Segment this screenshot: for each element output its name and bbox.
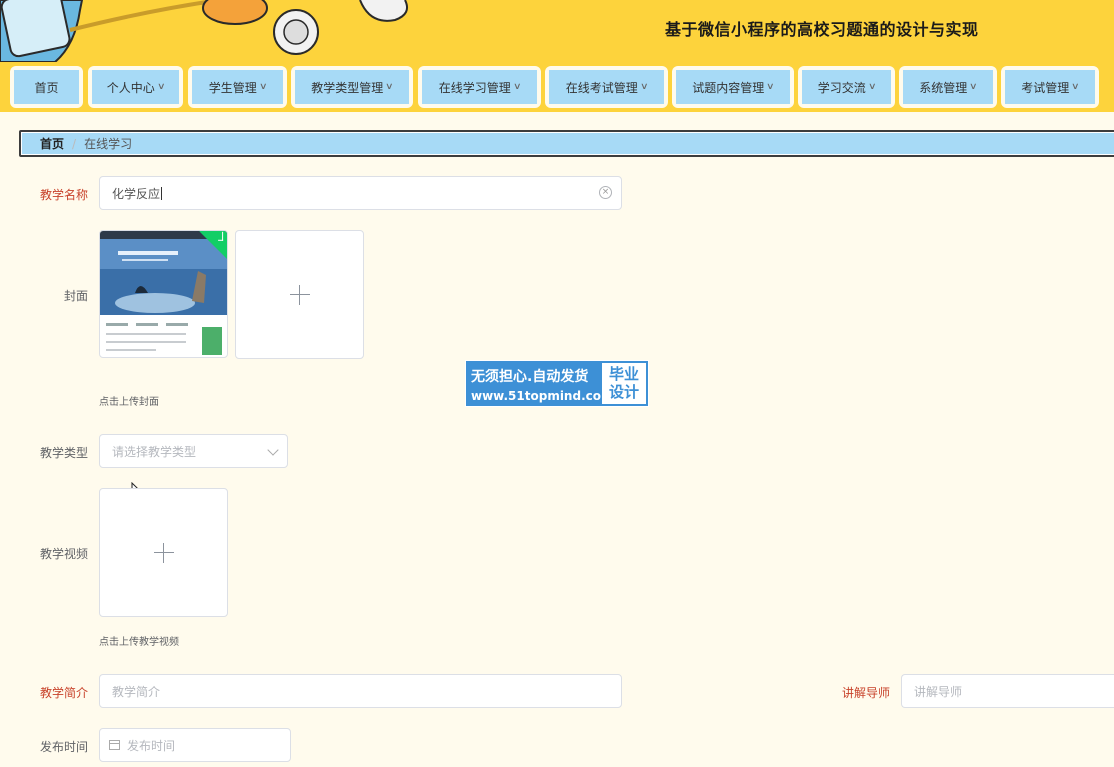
nav-label: 考试管理 <box>1021 80 1070 95</box>
nav-label: 首页 <box>34 80 59 95</box>
video-tip: 点击上传教学视频 <box>99 637 179 648</box>
type-select[interactable]: 请选择教学类型 <box>99 434 288 468</box>
nav-item-online-learning[interactable]: 在线学习管理 ∨ <box>418 66 541 108</box>
cover-image <box>100 231 227 355</box>
nav-item-exam[interactable]: 考试管理 ∨ <box>1001 66 1099 108</box>
cover-tip: 点击上传封面 <box>99 397 159 408</box>
cover-thumbnail[interactable] <box>99 230 228 358</box>
plus-icon <box>153 542 174 563</box>
plus-icon <box>289 284 310 305</box>
nav-label: 个人中心 <box>106 80 155 95</box>
chevron-down-icon: ∨ <box>512 82 522 92</box>
app-title: 基于微信小程序的高校习题通的设计与实现 <box>665 20 979 39</box>
nav-item-study-exchange[interactable]: 学习交流 ∨ <box>798 66 895 108</box>
nav-label: 试题内容管理 <box>692 80 765 95</box>
header-banner: 基于微信小程序的高校习题通的设计与实现 <box>0 0 1114 62</box>
chevron-down-icon: ∨ <box>969 82 978 92</box>
chevron-down-icon: ∨ <box>639 82 649 92</box>
breadcrumb-home[interactable]: 首页 <box>40 135 64 152</box>
nav-item-students[interactable]: 学生管理 ∨ <box>188 66 287 108</box>
nav-label: 学生管理 <box>208 80 257 95</box>
publish-date-picker[interactable]: 发布时间 <box>99 728 291 762</box>
chevron-down-icon: ∨ <box>258 82 268 92</box>
watermark-line1: 无须担心.自动发货 <box>471 369 589 385</box>
chevron-down-icon: ∨ <box>867 82 877 92</box>
chevron-down-icon: ∨ <box>156 82 166 92</box>
nav-label: 学习交流 <box>817 80 866 95</box>
watermark-badge: 无须担心.自动发货 www.51topmind.com 毕业 设计 <box>465 360 649 407</box>
intro-label: 教学简介 <box>39 686 88 700</box>
video-label: 教学视频 <box>39 547 88 561</box>
cover-upload-button[interactable] <box>235 230 364 359</box>
breadcrumb-separator: / <box>72 136 77 151</box>
nav-item-profile[interactable]: 个人中心 ∨ <box>88 66 183 108</box>
watermark-line2: www.51topmind.com <box>471 389 614 403</box>
video-upload-button[interactable] <box>99 488 228 617</box>
type-label: 教学类型 <box>39 446 88 460</box>
teacher-input[interactable]: 讲解导师 <box>901 674 1114 708</box>
watermark-badge2: 设计 <box>608 383 639 401</box>
nav-label: 系统管理 <box>919 80 968 95</box>
name-label: 教学名称 <box>39 188 88 202</box>
name-value: 化学反应 <box>112 186 161 201</box>
top-nav: 首页 个人中心 ∨ 学生管理 ∨ 教学类型管理 ∨ 在线学习管理 ∨ 在线考试管理 ∨ 试… <box>0 62 1114 112</box>
chevron-down-icon: ∨ <box>1071 82 1080 92</box>
intro-input[interactable]: 教学简介 <box>99 674 622 708</box>
breadcrumb-current: 在线学习 <box>84 137 133 151</box>
calendar-icon <box>109 740 120 750</box>
headphones-illustration <box>0 0 408 62</box>
clear-icon[interactable]: × <box>599 186 612 199</box>
name-input[interactable]: 化学反应 × <box>99 176 622 210</box>
nav-item-online-exam[interactable]: 在线考试管理 ∨ <box>545 66 668 108</box>
publish-label: 发布时间 <box>39 740 88 754</box>
type-placeholder: 请选择教学类型 <box>112 444 197 459</box>
teacher-label: 讲解导师 <box>841 686 890 700</box>
nav-item-home[interactable]: 首页 <box>10 66 83 108</box>
nav-label: 在线学习管理 <box>438 80 511 95</box>
cover-label: 封面 <box>63 289 88 303</box>
publish-placeholder: 发布时间 <box>127 738 176 753</box>
chevron-down-icon: ∨ <box>766 82 775 92</box>
nav-item-question-content[interactable]: 试题内容管理 ∨ <box>672 66 794 108</box>
nav-label: 在线考试管理 <box>565 80 638 95</box>
chevron-down-icon <box>267 444 279 456</box>
nav-item-system[interactable]: 系统管理 ∨ <box>899 66 997 108</box>
text-caret <box>161 186 163 200</box>
intro-placeholder: 教学简介 <box>112 684 161 699</box>
nav-item-teaching-types[interactable]: 教学类型管理 ∨ <box>291 66 413 108</box>
breadcrumb: 首页 / 在线学习 <box>19 130 1114 157</box>
watermark-badge1: 毕业 <box>608 365 639 383</box>
chevron-down-icon: ∨ <box>385 82 394 92</box>
teacher-placeholder: 讲解导师 <box>914 684 963 699</box>
nav-label: 教学类型管理 <box>311 80 384 95</box>
